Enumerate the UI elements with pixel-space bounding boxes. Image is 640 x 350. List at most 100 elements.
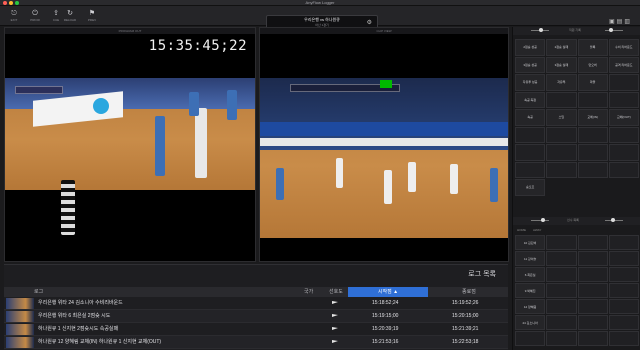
player-button-6[interactable] — [577, 251, 608, 266]
event-button-16[interactable]: 속공 — [515, 109, 546, 126]
panel-icon[interactable]: ▥ — [624, 19, 632, 25]
flag-icon[interactable] — [332, 327, 338, 330]
player-button-26[interactable] — [577, 331, 608, 346]
event-button-25[interactable] — [546, 144, 577, 161]
column-nation[interactable]: 국가 — [304, 287, 313, 297]
event-button-1[interactable]: 2점슛 실패 — [546, 39, 577, 56]
player-button-25[interactable] — [546, 331, 577, 346]
player-button-14[interactable] — [577, 283, 608, 298]
courtside-adboard — [260, 122, 508, 136]
event-button-2[interactable]: 블록 — [577, 39, 608, 56]
event-button-10[interactable]: 파울 — [577, 74, 608, 91]
event-button-17[interactable]: 스틸 — [546, 109, 577, 126]
layout-icon[interactable]: ▣ — [609, 19, 617, 25]
slider-knob[interactable] — [609, 28, 613, 32]
event-button-23[interactable] — [608, 126, 639, 143]
event-button-20[interactable] — [515, 126, 546, 143]
event-button-0[interactable]: 2점슛 성공 — [515, 39, 546, 56]
event-button-14[interactable] — [577, 91, 608, 108]
scorebug — [15, 86, 63, 94]
player-button-1[interactable] — [546, 235, 577, 250]
player-button-15[interactable] — [608, 283, 639, 298]
event-button-19[interactable]: 교체(OUT) — [608, 109, 639, 126]
start-time: 15:18:52;24 — [372, 300, 399, 306]
event-button-4[interactable]: 3점슛 성공 — [515, 56, 546, 73]
column-start-sorted[interactable]: 시작점 ▲ — [348, 287, 428, 297]
player-button-22[interactable] — [577, 315, 608, 330]
flag-icon[interactable] — [332, 314, 338, 317]
column-importance[interactable]: 선호도 — [329, 287, 343, 297]
slider-knob[interactable] — [539, 28, 543, 32]
player-button-27[interactable] — [608, 331, 639, 346]
exit-button[interactable]: ⎋ EXIT — [6, 9, 22, 25]
event-button-7[interactable]: 공격 리바운드 — [608, 56, 639, 73]
event-button-24[interactable] — [515, 144, 546, 161]
zoom-slider[interactable] — [531, 28, 549, 32]
player-button-13[interactable] — [546, 283, 577, 298]
prev-button[interactable]: ⚑ PREV — [84, 9, 100, 25]
table-row[interactable]: 하나원큐 12 양혜림 교체(IN) 하나원큐 1 신지현 교체(OUT) 15… — [4, 336, 508, 349]
program-video-player[interactable]: PROGRAM OUT 15:35:45;22 — [4, 27, 256, 262]
player-button-24[interactable] — [515, 331, 546, 346]
table-row[interactable]: 우리은행 위타 6 최은실 2점슛 시도 15:19:15;00 15:20:1… — [4, 310, 508, 323]
event-button-27[interactable] — [608, 144, 639, 161]
player-button-2[interactable] — [577, 235, 608, 250]
settings-gear-icon[interactable]: ⚙ — [367, 19, 372, 26]
event-button-13[interactable] — [546, 91, 577, 108]
player-button-9[interactable] — [546, 267, 577, 282]
size-slider[interactable] — [605, 28, 623, 32]
event-button-28[interactable] — [515, 161, 546, 178]
event-button-30[interactable] — [577, 161, 608, 178]
player-button-20[interactable]: 24 김소니아 — [515, 315, 546, 330]
event-button-3[interactable]: 수비 리바운드 — [608, 39, 639, 56]
player-button-12[interactable]: 9 박혜진 — [515, 283, 546, 298]
event-button-15[interactable] — [608, 91, 639, 108]
table-row[interactable]: 하나원큐 1 신지현 2점슛시도 속공실패 15:20:39;19 15:21:… — [4, 323, 508, 336]
slider-knob[interactable] — [611, 218, 615, 222]
event-button-8[interactable]: 자유투 성공 — [515, 74, 546, 91]
player-button-11[interactable] — [608, 267, 639, 282]
player-button-17[interactable] — [546, 299, 577, 314]
event-button-5[interactable]: 3점슛 실패 — [546, 56, 577, 73]
tab-home[interactable]: HOME — [517, 228, 526, 232]
player-button-16[interactable]: 12 양혜림 — [515, 299, 546, 314]
flag-icon[interactable] — [332, 301, 338, 304]
player-button-0[interactable]: 10 김단비 — [515, 235, 546, 250]
player-button-19[interactable] — [608, 299, 639, 314]
player-button-5[interactable] — [546, 251, 577, 266]
prior-button[interactable]: ⏻ PRIOR — [27, 9, 43, 25]
player-button-8[interactable]: 6 최은실 — [515, 267, 546, 282]
event-button-29[interactable] — [546, 161, 577, 178]
event-button-31[interactable] — [608, 161, 639, 178]
flag-icon[interactable] — [332, 340, 338, 343]
size-slider[interactable] — [605, 218, 623, 222]
event-button-22[interactable] — [577, 126, 608, 143]
player-button-10[interactable] — [577, 267, 608, 282]
player-button-3[interactable] — [608, 235, 639, 250]
player-button-4[interactable]: 11 강이슬 — [515, 251, 546, 266]
event-button-9[interactable]: 자유투 — [546, 74, 577, 91]
player-button-7[interactable] — [608, 251, 639, 266]
clip-video-player[interactable]: CLIP VIEW — [259, 27, 509, 262]
tab-away[interactable]: AWAY — [533, 228, 541, 232]
player-button-23[interactable] — [608, 315, 639, 330]
event-button-26[interactable] — [577, 144, 608, 161]
event-button-6[interactable]: 턴오버 — [577, 56, 608, 73]
player-button-21[interactable] — [546, 315, 577, 330]
reload-button[interactable]: ↻ RELOAD — [62, 9, 78, 25]
exit-icon: ⎋ — [11, 10, 17, 17]
player-button-18[interactable] — [577, 299, 608, 314]
event-button-12[interactable]: 속공 득점 — [515, 91, 546, 108]
zoom-slider[interactable] — [531, 218, 549, 222]
exit-label: EXIT — [10, 18, 18, 22]
player-figure — [336, 158, 343, 188]
column-end[interactable]: 종료점 — [462, 287, 476, 297]
event-button-32[interactable]: 슛오프 — [515, 179, 546, 196]
table-row[interactable]: 우리은행 위타 24 김소니아 수비리바운드 15:18:52;24 15:19… — [4, 297, 508, 310]
column-log[interactable]: 로그 — [34, 287, 43, 297]
player-figure — [408, 162, 416, 192]
event-button-18[interactable]: 교체(IN) — [577, 109, 608, 126]
event-button-21[interactable] — [546, 126, 577, 143]
slider-knob[interactable] — [541, 218, 545, 222]
event-button-11[interactable] — [608, 74, 639, 91]
